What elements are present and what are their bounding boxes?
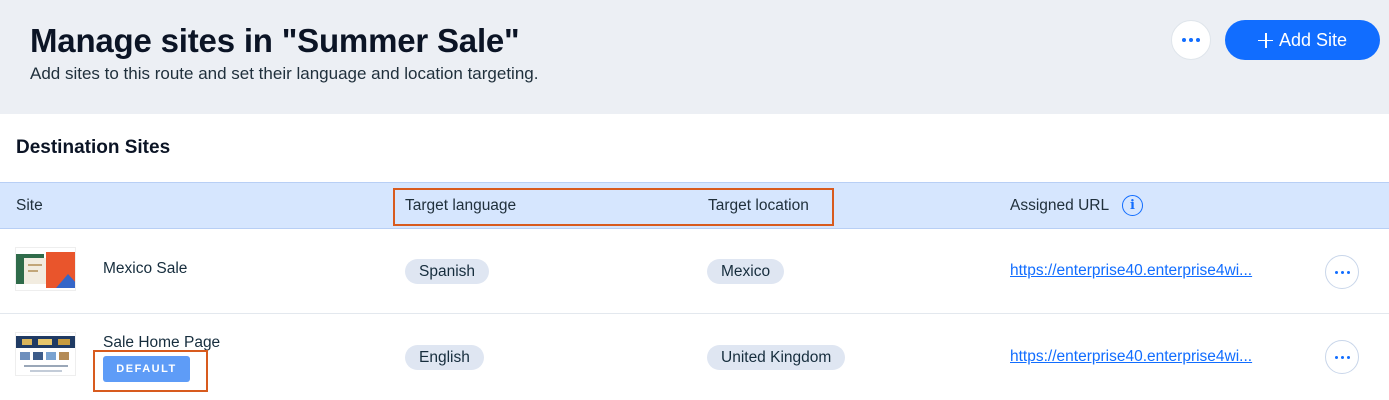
table-row[interactable]: Mexico Sale Spanish Mexico https://enter… [0, 229, 1389, 314]
info-icon[interactable]: i [1122, 195, 1143, 216]
location-tag: United Kingdom [707, 345, 846, 370]
assigned-url-link[interactable]: https://enterprise40.enterprise4wi... [1010, 262, 1252, 280]
page-title: Manage sites in "Summer Sale" [30, 22, 520, 59]
add-site-button[interactable]: Add Site [1225, 20, 1380, 60]
page-header: Manage sites in "Summer Sale" Add sites … [0, 0, 1389, 114]
language-tag: Spanish [405, 259, 490, 284]
section-title: Destination Sites [16, 137, 171, 158]
site-thumbnail [15, 332, 76, 376]
row-more-actions-button[interactable] [1325, 255, 1359, 289]
plus-icon [1257, 32, 1273, 48]
table-row[interactable]: Sale Home Page English United Kingdom ht… [0, 314, 1389, 400]
site-thumbnail [15, 247, 76, 291]
location-tag: Mexico [707, 259, 785, 284]
default-highlight-box [93, 350, 208, 392]
more-dots-icon [1334, 270, 1350, 274]
add-site-label: Add Site [1278, 29, 1348, 50]
page-subtitle: Add sites to this route and set their la… [30, 64, 539, 83]
language-tag: English [405, 345, 484, 370]
more-actions-button[interactable] [1171, 20, 1211, 60]
columns-highlight-box [393, 188, 834, 226]
more-dots-icon [1182, 38, 1200, 42]
row-more-actions-button[interactable] [1325, 340, 1359, 374]
column-header-assigned-url: Assigned URL [1010, 197, 1110, 214]
column-header-site: Site [16, 197, 43, 214]
more-dots-icon [1334, 355, 1350, 359]
assigned-url-link[interactable]: https://enterprise40.enterprise4wi... [1010, 348, 1252, 366]
site-name: Mexico Sale [103, 260, 188, 277]
